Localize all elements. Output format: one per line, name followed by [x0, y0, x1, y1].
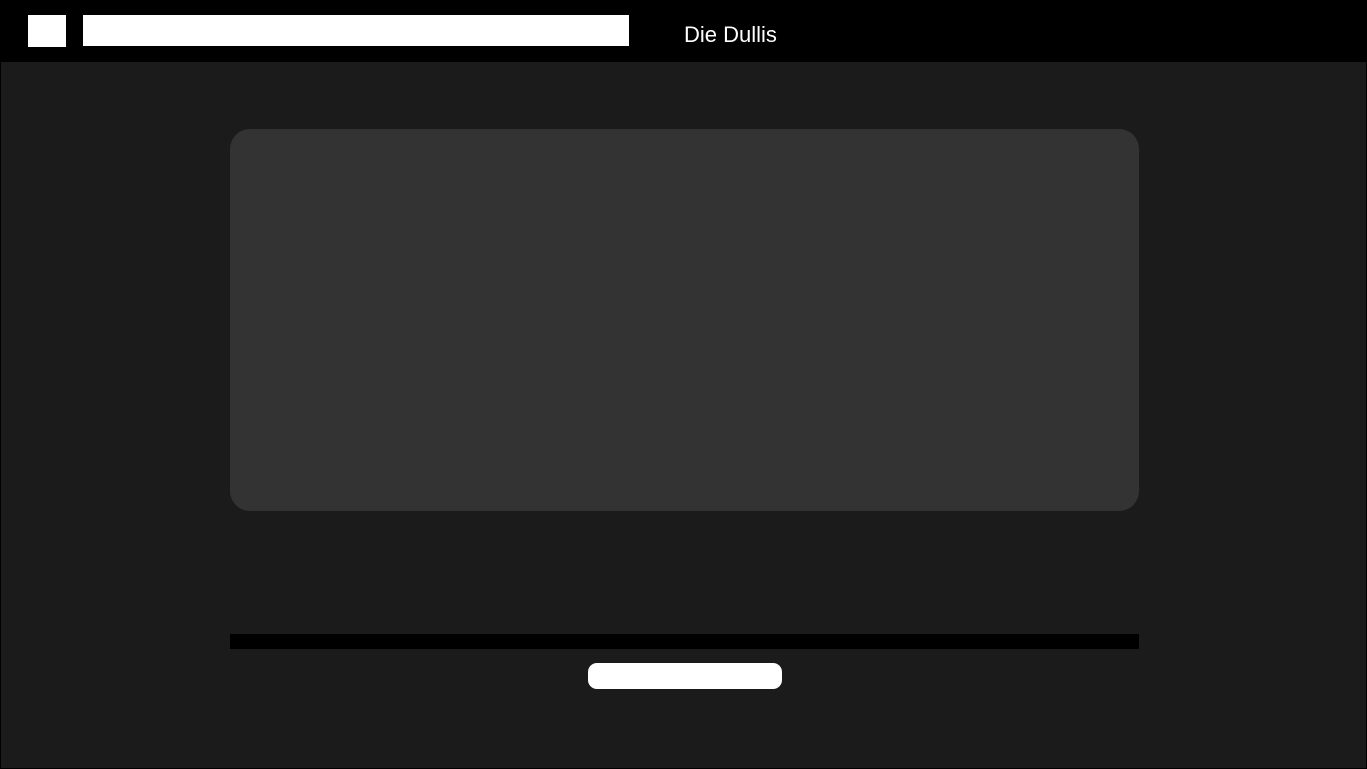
top-bar: Die Dullis — [1, 1, 1366, 62]
app-page: Die Dullis — [0, 0, 1367, 769]
menu-icon[interactable] — [28, 15, 66, 47]
progress-track[interactable] — [230, 634, 1139, 649]
media-panel — [230, 129, 1139, 511]
brand-title: Die Dullis — [684, 22, 777, 47]
action-button[interactable] — [588, 663, 782, 689]
search-input[interactable] — [83, 15, 629, 46]
